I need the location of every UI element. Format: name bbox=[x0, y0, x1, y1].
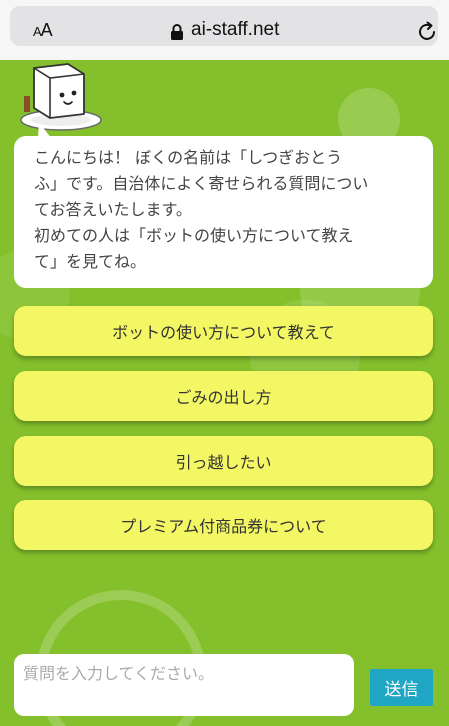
bot-avatar bbox=[20, 63, 102, 131]
option-button-premium-voucher[interactable]: プレミアム付商品券について bbox=[14, 500, 433, 550]
url-text: ai-staff.net bbox=[191, 19, 280, 40]
url-field[interactable]: AA ai-staff.net bbox=[10, 6, 438, 46]
reload-icon[interactable] bbox=[416, 21, 438, 43]
lock-icon bbox=[171, 24, 183, 40]
option-button-garbage-disposal[interactable]: ごみの出し方 bbox=[14, 371, 433, 421]
browser-address-bar: AA ai-staff.net bbox=[0, 0, 449, 60]
bot-message-text: こんにちは！ ぼくの名前は「しつぎおとう ふ」です。自治体によく寄せられる質問に… bbox=[34, 148, 369, 271]
option-button-how-to-use-bot[interactable]: ボットの使い方について教えて bbox=[14, 306, 433, 356]
option-button-moving[interactable]: 引っ越したい bbox=[14, 436, 433, 486]
send-button[interactable]: 送信 bbox=[370, 669, 433, 706]
bot-message-bubble: こんにちは！ ぼくの名前は「しつぎおとう ふ」です。自治体によく寄せられる質問に… bbox=[14, 136, 433, 288]
text-size-button[interactable]: AA bbox=[33, 20, 53, 41]
question-input[interactable]: 質問を入力してください。 bbox=[14, 654, 354, 716]
chat-area[interactable]: こんにちは！ ぼくの名前は「しつぎおとう ふ」です。自治体によく寄せられる質問に… bbox=[0, 60, 449, 726]
